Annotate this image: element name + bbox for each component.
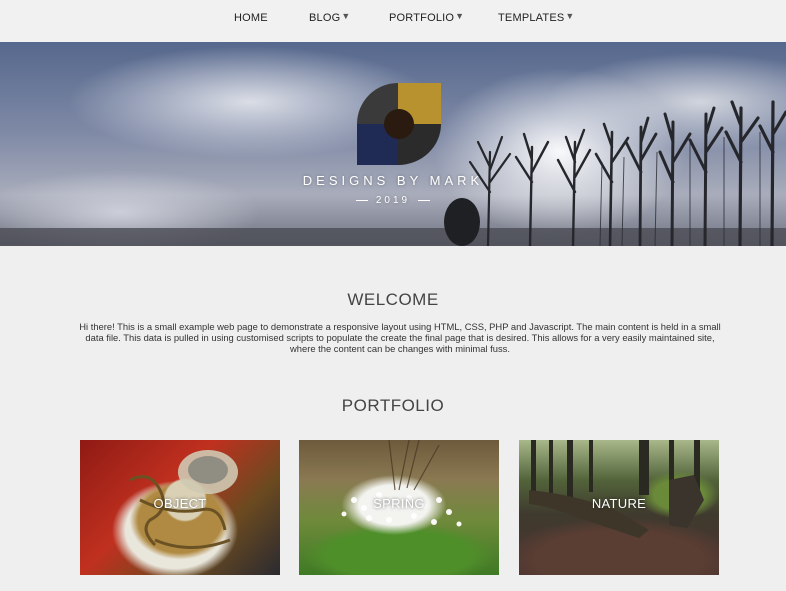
welcome-paragraph: Hi there! This is a small example web pa… <box>79 321 721 354</box>
card-label: OBJECT <box>153 496 207 511</box>
nav-item-label: HOME <box>234 12 268 24</box>
nav-item-templates[interactable]: TEMPLATES▼ <box>498 11 575 24</box>
portfolio-card-nature[interactable]: NATURE <box>519 440 719 575</box>
year-label: 2019 <box>375 195 411 206</box>
chevron-down-icon: ▼ <box>341 11 351 21</box>
nav-item-portfolio[interactable]: PORTFOLIO▼ <box>389 11 465 24</box>
brand-year: 2019 <box>0 195 786 206</box>
welcome-heading: WELCOME <box>347 290 439 309</box>
nav-item-label: PORTFOLIO <box>389 12 455 24</box>
nav-item-label: BLOG <box>309 12 341 24</box>
chevron-down-icon: ▼ <box>565 11 575 21</box>
card-label: SPRING <box>373 496 425 511</box>
portfolio-heading: PORTFOLIO <box>341 396 445 415</box>
nav-item-blog[interactable]: BLOG▼ <box>309 11 351 24</box>
portfolio-card-spring[interactable]: SPRING <box>299 440 499 575</box>
chevron-down-icon: ▼ <box>455 11 465 21</box>
hero-banner: DESIGNS BY MARK 2019 <box>0 42 786 246</box>
divider <box>418 199 431 201</box>
brand-name: DESIGNS BY MARK <box>302 173 484 188</box>
top-nav: HOME BLOG▼ PORTFOLIO▼ TEMPLATES▼ <box>0 0 786 42</box>
designs-by-mark-logo <box>357 83 441 165</box>
nav-item-label: TEMPLATES <box>498 12 565 24</box>
portfolio-card-object[interactable]: OBJECT <box>80 440 280 575</box>
card-label: NATURE <box>591 496 647 511</box>
nav-item-home[interactable]: HOME <box>234 12 268 24</box>
divider <box>355 199 368 201</box>
